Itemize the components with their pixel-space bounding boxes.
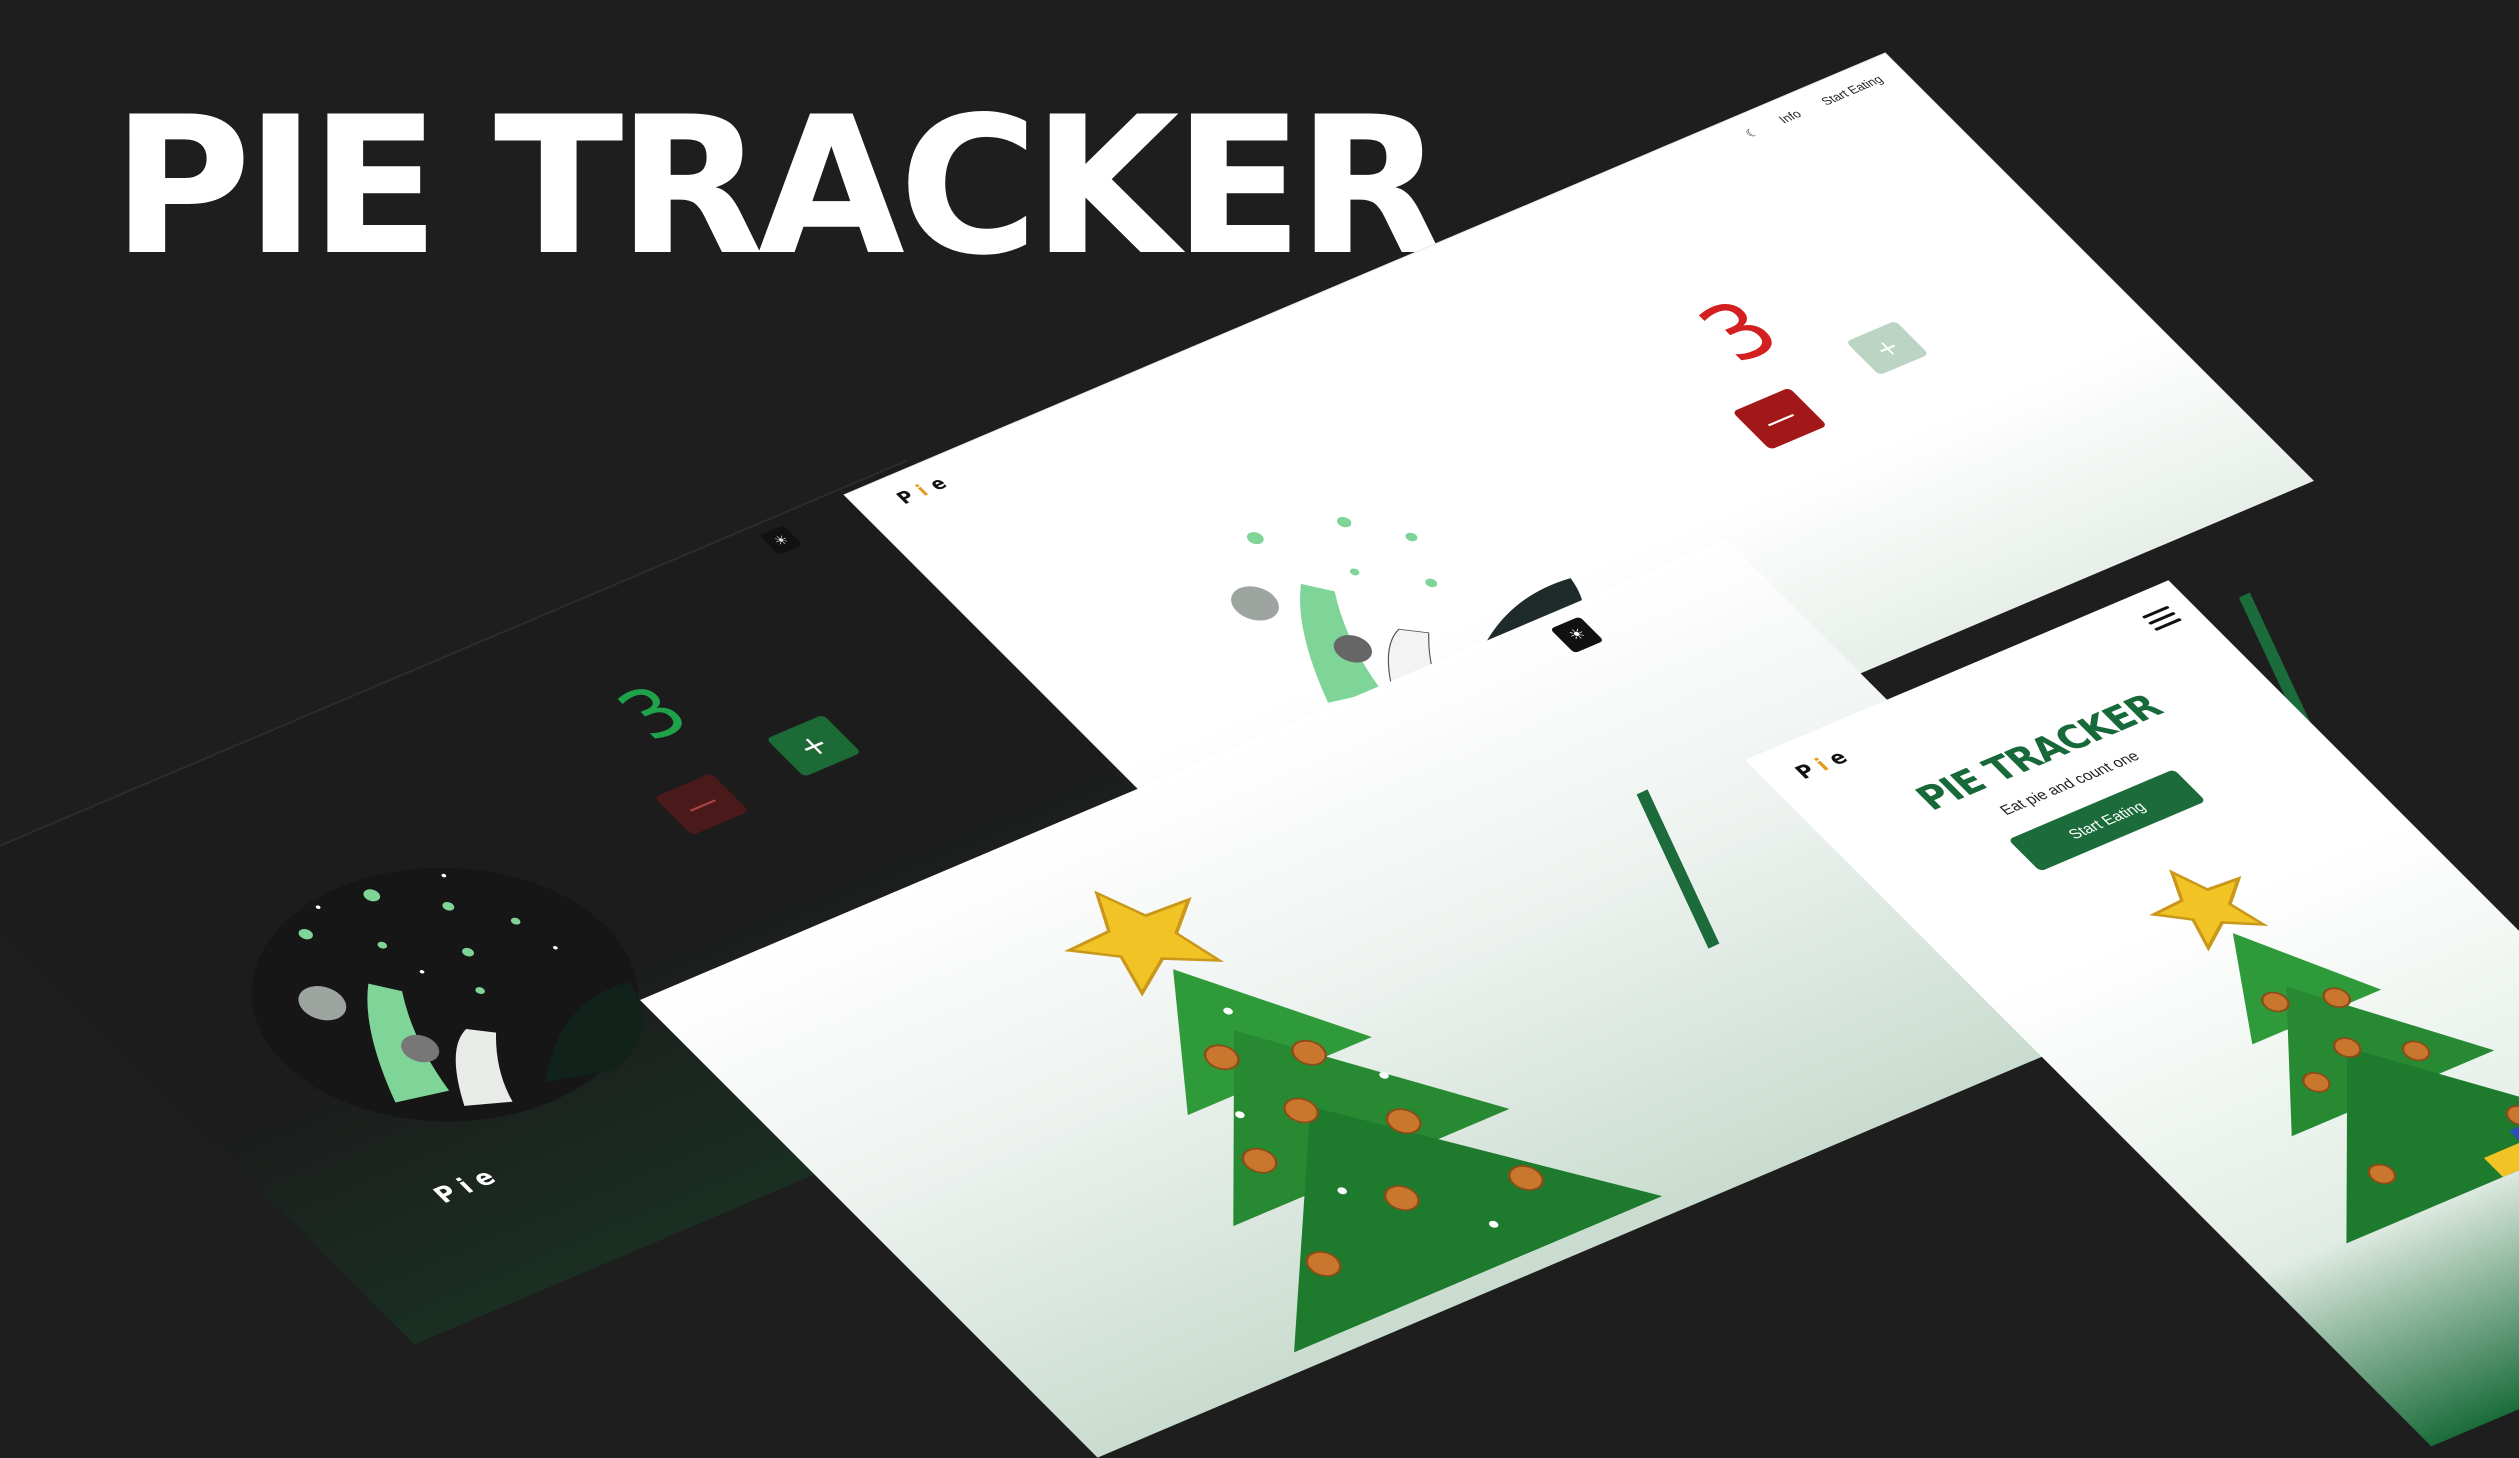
sun-icon[interactable]: ☀ — [759, 525, 803, 556]
start-eating-button[interactable]: Start Eating — [2008, 769, 2206, 872]
nav-start-link[interactable]: Start Eating — [1818, 73, 1886, 108]
top-nav: ☾ Info Start Eating — [1742, 73, 1887, 141]
brand-logo[interactable]: Pie — [1789, 743, 1859, 783]
christmas-tree-illustration — [2149, 869, 2519, 1244]
brand-logo[interactable]: Pie — [892, 471, 959, 509]
decrement-button[interactable]: — — [1732, 387, 1828, 450]
pie-counter: 3 — [1677, 283, 1802, 380]
increment-button[interactable]: + — [1845, 320, 1929, 376]
stargazing-illustration — [251, 867, 644, 1122]
christmas-tree-illustration — [1064, 890, 1663, 1353]
increment-button[interactable]: + — [766, 714, 862, 777]
hamburger-icon[interactable] — [2138, 602, 2186, 635]
pie-counter: 3 — [599, 671, 709, 756]
moon-icon[interactable]: ☾ — [1742, 125, 1763, 140]
hero-title: PIE TRACKER — [112, 76, 1444, 297]
nav-info-link[interactable]: Info — [1776, 107, 1805, 125]
decrement-button[interactable]: — — [653, 773, 750, 836]
sun-icon[interactable]: ☀ — [1550, 616, 1605, 654]
nav-start-link[interactable]: Start Eating — [1655, 564, 1735, 605]
brand-logo[interactable]: Pie — [427, 1161, 509, 1208]
nav-info-link[interactable]: Info — [1610, 603, 1644, 624]
